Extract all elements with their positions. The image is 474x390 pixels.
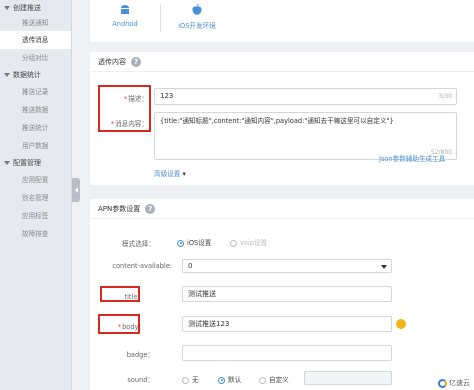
mode-ios-label: iOS设置 [187,239,212,247]
sidebar-group-label: 数据统计 [13,71,41,79]
chevron-left-icon [74,187,78,193]
radio-selected-icon [177,239,184,247]
msg-value: {title:"通知标题",content:"通知内容",payload:"通知… [160,117,394,125]
radio-unselected-icon [182,376,189,384]
chevron-down-icon [4,73,10,77]
platform-ios[interactable]: iOS开发环境 [162,0,232,30]
sidebar-item-user-data[interactable]: 用户数据 [0,137,71,155]
chevron-down-icon [4,6,10,10]
advanced-settings-label: 高级设置 [154,170,181,178]
sound-none-label: 无 [192,376,199,384]
sidebar-item-push-data[interactable]: 推送数据 [0,101,71,119]
sound-default-label: 默认 [228,376,242,384]
dropdown-arrow-icon [381,265,387,269]
sidebar-item-app-config[interactable]: 应用配置 [0,171,71,189]
platform-android[interactable]: Android [90,0,160,28]
sidebar-item-group-compare[interactable]: 分组对比 [0,49,71,67]
help-icon[interactable]: ? [145,203,156,214]
radio-selected-icon [218,376,225,384]
sidebar-group-config[interactable]: 配置管理 [0,155,71,171]
badge-input[interactable] [182,345,392,361]
chevron-down-icon [4,161,10,165]
platform-selector: Android iOS开发环境 [90,0,474,42]
sidebar-item-app-tags[interactable]: 应用标签 [0,207,71,225]
sidebar-group-label: 配置管理 [13,159,41,167]
body-value: 测试推送123 [188,320,230,328]
sound-label: sound： [127,376,154,384]
card-header: 透传内容 ? [90,52,474,72]
mode-voip-label: voip设置 [240,239,268,247]
sound-default-radio[interactable]: 默认 [218,374,241,384]
emoji-icon[interactable] [396,319,406,329]
sound-none-radio[interactable]: 无 [182,374,199,384]
highlight-box [100,286,140,302]
sidebar-group-label: 创建推送 [13,4,41,12]
mode-label: 模式选择： [122,240,155,248]
passthrough-content-card: 透传内容 ? *描述： 123 3/30 *消息内容： {title:"通知标题… [90,52,474,185]
sidebar: 创建推送 推送通知 透传消息 分组对比 数据统计 推送记录 推送数据 推送统计 … [0,0,72,390]
json-helper-link[interactable]: Json参数辅助生成工具 [379,153,445,163]
desc-value: 123 [160,92,174,100]
platform-ios-label: iOS开发环境 [178,22,216,30]
badge-label: badge： [126,351,154,359]
title-value: 测试推送 [188,290,216,298]
content-available-label: content-available: [112,262,172,270]
apple-icon [192,3,202,15]
card-title: APN参数设置 [98,204,141,213]
sidebar-collapse-button[interactable] [72,178,80,202]
sidebar-item-troubleshoot[interactable]: 故障排查 [0,225,71,243]
sound-custom-input[interactable] [304,371,392,385]
advanced-settings-link[interactable]: 高级设置 ▾ [154,168,186,178]
sidebar-item-push-notice[interactable]: 推送通知 [0,16,71,31]
desc-counter: 3/30 [438,93,452,100]
sound-custom-label: 自定义 [269,376,289,384]
mode-ios-radio[interactable]: iOS设置 [177,237,211,247]
platform-android-label: Android [112,20,138,28]
highlight-box [98,314,140,334]
desc-input[interactable]: 123 3/30 [154,88,457,105]
sidebar-item-passthrough[interactable]: 透传消息 [0,31,71,49]
sidebar-group-statistics[interactable]: 数据统计 [0,67,71,83]
radio-unselected-icon [230,239,237,247]
sidebar-item-alias[interactable]: 别名管理 [0,189,71,207]
content-available-select[interactable]: 0 [182,259,392,273]
apn-settings-card: APN参数设置 ? 模式选择： iOS设置 voip设置 content-ava… [90,199,474,390]
android-icon [121,5,129,14]
sidebar-item-push-stats[interactable]: 推送统计 [0,119,71,137]
divider [160,4,161,32]
caret-down-icon: ▾ [182,170,186,178]
highlight-box [98,85,151,132]
sidebar-group-create-push[interactable]: 创建推送 [0,0,71,16]
help-icon[interactable]: ? [131,56,141,67]
main-content: Android iOS开发环境 透传内容 ? *描述： 123 3/30 *消息… [90,0,474,390]
body-input[interactable]: 测试推送123 [182,316,392,332]
watermark: 亿速云 [438,378,470,388]
card-header: APN参数设置 ? [90,199,474,219]
title-input[interactable]: 测试推送 [182,286,392,302]
card-title: 透传内容 [98,57,126,66]
content-available-value: 0 [188,262,193,270]
watermark-text: 亿速云 [449,379,470,387]
sound-custom-radio[interactable]: 自定义 [259,374,289,384]
sidebar-item-push-records[interactable]: 推送记录 [0,83,71,101]
radio-unselected-icon [259,376,266,384]
mode-voip-radio[interactable]: voip设置 [230,237,267,247]
yisuyun-logo-icon [438,378,447,388]
